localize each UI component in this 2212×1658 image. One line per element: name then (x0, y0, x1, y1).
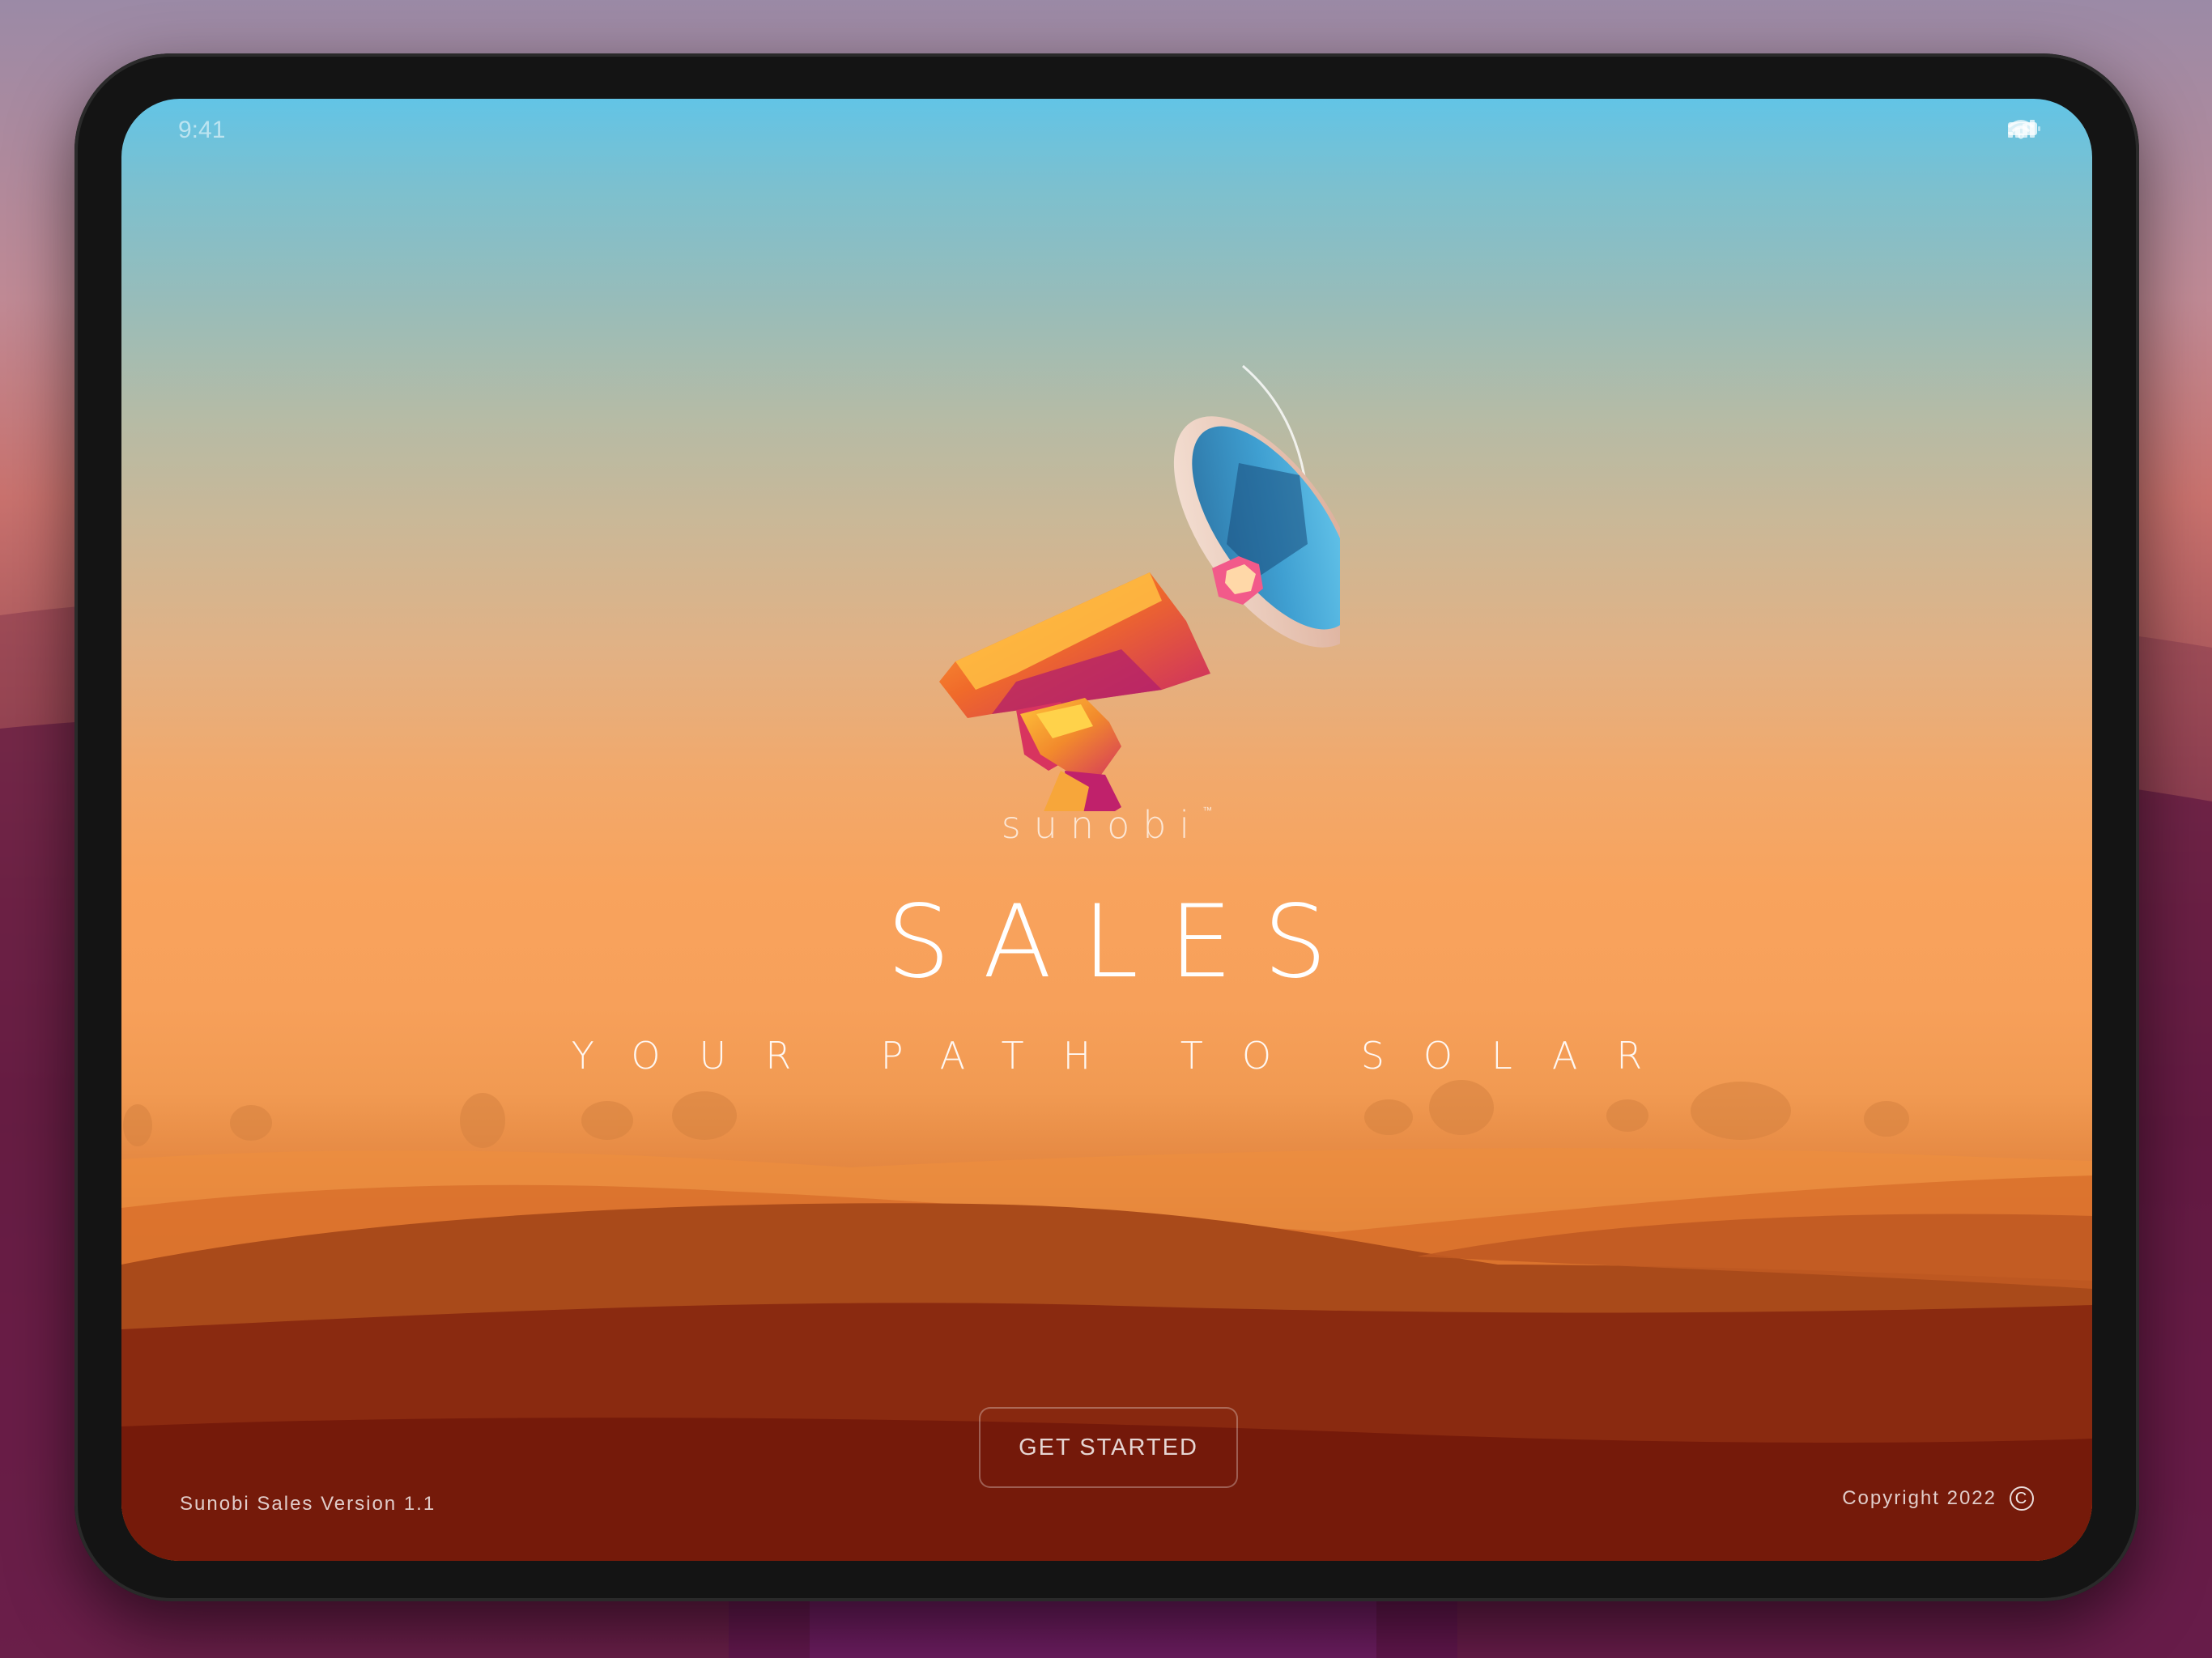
copyright: Copyright 2022 C (1842, 1486, 2034, 1511)
status-time: 9:41 (178, 117, 226, 143)
get-started-button[interactable]: GET STARTED (979, 1407, 1238, 1488)
tagline: YOUR PATH TO SOLAR (571, 1034, 1682, 1078)
tablet-device-frame: 9:41 sunobi™ SALES YOUR PATH TO SOLAR GE… (74, 53, 2139, 1601)
brand-trademark: ™ (1202, 805, 1213, 816)
version-label: Sunobi Sales Version 1.1 (180, 1493, 436, 1515)
backdrop: 9:41 sunobi™ SALES YOUR PATH TO SOLAR GE… (0, 0, 2212, 1658)
page-title: SALES (887, 884, 1358, 1001)
brand-logo: sunobi™ (121, 803, 2092, 847)
copyright-label: Copyright 2022 (1842, 1487, 1997, 1509)
megaphone-icon (919, 334, 1340, 811)
app-screen: 9:41 sunobi™ SALES YOUR PATH TO SOLAR GE… (121, 99, 2092, 1561)
copyright-icon: C (2010, 1486, 2034, 1511)
brand-wordmark: sunobi (1001, 803, 1203, 847)
status-bar: 9:41 (121, 99, 2092, 164)
